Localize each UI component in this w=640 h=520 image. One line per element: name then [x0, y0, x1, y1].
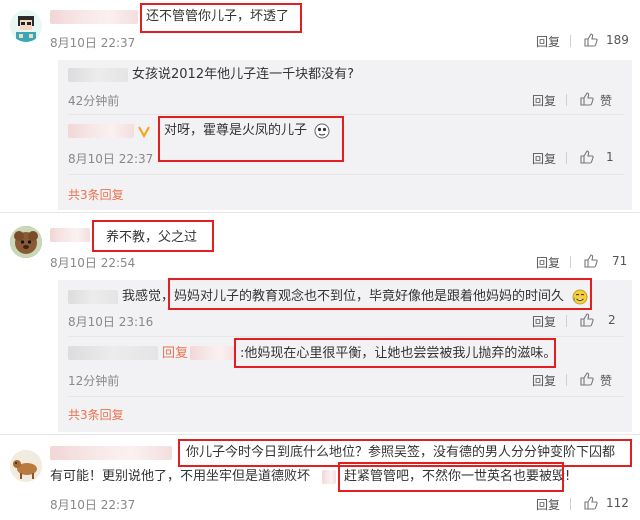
thumbs-up-icon[interactable] — [584, 496, 598, 510]
reply-button[interactable]: 回复 — [536, 496, 560, 513]
reply-button[interactable]: 回复 — [532, 313, 556, 330]
divider — [570, 256, 571, 268]
thumbs-up-icon[interactable] — [584, 254, 598, 268]
reply-prefix: 我感觉， — [122, 289, 175, 304]
comment-divider — [0, 212, 640, 213]
divider — [566, 315, 567, 327]
highlight-box — [338, 462, 564, 492]
divider — [570, 498, 571, 510]
username-redacted[interactable] — [68, 290, 118, 304]
like-count: 71 — [612, 254, 628, 268]
divider — [68, 114, 624, 115]
reply-prefix[interactable]: 回复 — [162, 345, 188, 363]
reply-button[interactable]: 回复 — [532, 372, 556, 389]
more-replies-link[interactable]: 共3条回复 — [68, 406, 124, 423]
username-redacted[interactable] — [50, 10, 138, 24]
like-count: 112 — [606, 496, 629, 510]
reply-button[interactable]: 回复 — [536, 254, 560, 271]
highlight-box — [168, 278, 592, 310]
reply-time: 12分钟前 — [68, 374, 120, 388]
like-label: 赞 — [600, 374, 613, 388]
like-count: 1 — [606, 150, 614, 164]
verified-badge-icon — [138, 126, 150, 138]
username-redacted[interactable] — [50, 446, 172, 460]
comment-time: 8月10日 22:54 — [50, 256, 136, 270]
comment-time: 8月10日 22:37 — [50, 498, 136, 512]
avatar[interactable] — [10, 226, 42, 258]
highlight-box — [234, 338, 556, 368]
divider — [570, 35, 571, 47]
divider — [68, 336, 624, 337]
highlight-box — [158, 116, 344, 162]
like-count: 189 — [606, 33, 629, 47]
divider — [68, 396, 624, 397]
like-label: 赞 — [600, 94, 613, 108]
divider — [566, 152, 567, 164]
more-replies-link[interactable]: 共3条回复 — [68, 186, 124, 203]
divider — [566, 94, 567, 106]
username-redacted[interactable] — [68, 346, 158, 360]
reply-button[interactable]: 回复 — [536, 33, 560, 50]
divider — [68, 174, 624, 175]
reply-button[interactable]: 回复 — [532, 92, 556, 109]
thumbs-up-icon[interactable] — [584, 33, 598, 47]
reply-time: 8月10日 22:37 — [68, 152, 154, 166]
comment-time: 8月10日 22:37 — [50, 36, 136, 50]
username-redacted[interactable] — [68, 124, 134, 138]
highlight-box — [140, 3, 302, 33]
comment-divider — [0, 434, 640, 435]
thumbs-up-icon[interactable] — [580, 150, 594, 164]
divider — [566, 374, 567, 386]
avatar[interactable] — [10, 450, 42, 482]
username-redacted[interactable] — [190, 346, 236, 360]
thumbs-up-icon[interactable] — [580, 372, 594, 386]
username-redacted[interactable] — [68, 68, 128, 82]
reply-time: 42分钟前 — [68, 94, 120, 108]
thumbs-up-icon[interactable] — [580, 92, 594, 106]
reply-text: 女孩说2012年他儿子连一千块都没有? — [132, 67, 354, 82]
thumbs-up-icon[interactable] — [580, 313, 594, 327]
username-redacted[interactable] — [50, 228, 90, 242]
like-count: 2 — [608, 313, 616, 327]
reply-button[interactable]: 回复 — [532, 150, 556, 167]
redacted-text — [322, 470, 336, 484]
avatar[interactable] — [10, 10, 42, 42]
reply-time: 8月10日 23:16 — [68, 315, 154, 329]
highlight-box — [92, 220, 214, 252]
comment-text-line2: 有可能！更别说他了，不用坐牢但是道德败坏 — [50, 469, 311, 484]
